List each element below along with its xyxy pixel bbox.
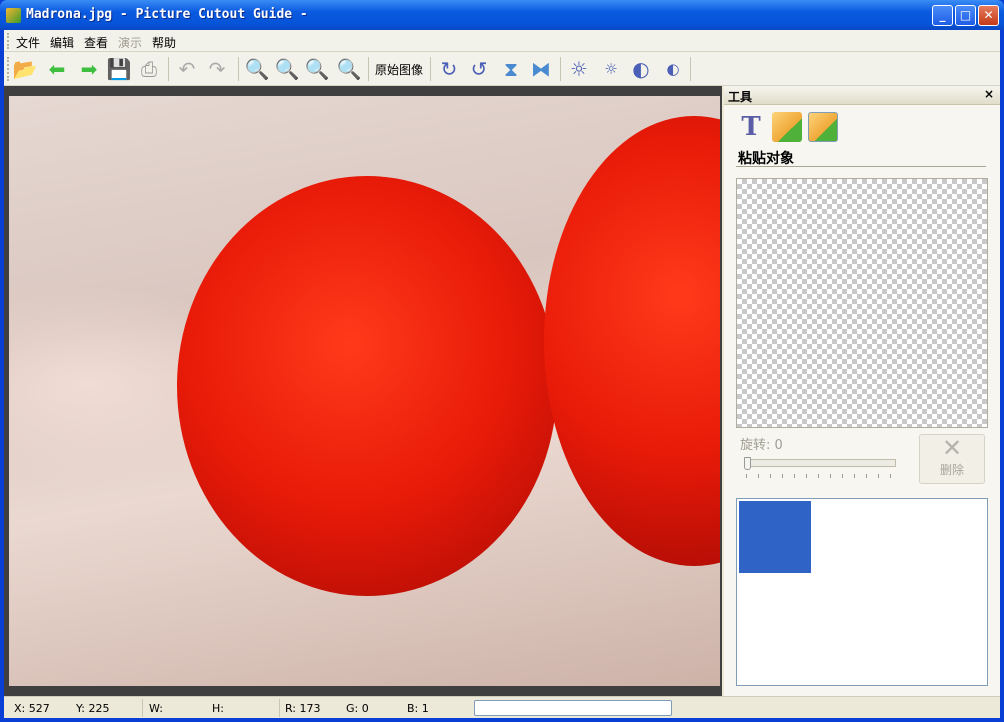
maximize-button[interactable]: □ [955, 5, 976, 26]
flip-horizontal-icon[interactable]: ⧓ [528, 56, 554, 82]
close-button[interactable]: ✕ [978, 5, 999, 26]
menu-bar: 文件 编辑 查看 演示 帮助 [4, 30, 1000, 52]
minimize-button[interactable]: _ [932, 5, 953, 26]
progress-bar [474, 700, 672, 716]
contrast-down-icon[interactable]: ◐ [660, 56, 686, 82]
menu-view[interactable]: 查看 [84, 34, 108, 51]
save-icon[interactable]: 💾 [106, 56, 132, 82]
window-title: Madrona.jpg - Picture Cutout Guide - [26, 7, 308, 22]
image-canvas[interactable] [4, 86, 722, 696]
menu-help[interactable]: 帮助 [152, 34, 176, 51]
delete-button: ✕ 删除 [919, 434, 985, 484]
paste-object-preview[interactable] [736, 178, 988, 428]
toolbar: 📂 ⬅ ➡ 💾 ⎙ ↶ ↷ 🔍 🔍 🔍 🔍 原始图像 ↻ ↺ ⧗ ⧓ ☼ ☼ ◐… [4, 52, 1000, 86]
forward-arrow-icon[interactable]: ➡ [76, 56, 102, 82]
paste-tool-icon[interactable] [772, 112, 802, 142]
menu-demo: 演示 [118, 36, 143, 50]
photo [9, 96, 720, 686]
status-b: B: 1 [407, 702, 429, 715]
contrast-up-icon[interactable]: ◐ [628, 56, 654, 82]
title-bar: Madrona.jpg - Picture Cutout Guide - _ □… [0, 0, 1004, 30]
status-x: X: 527 [14, 702, 50, 715]
zoom-fit-icon[interactable]: 🔍 [336, 56, 362, 82]
menu-edit[interactable]: 编辑 [50, 34, 74, 51]
brightness-up-icon[interactable]: ☼ [566, 56, 592, 82]
zoom-out-icon[interactable]: 🔍 [274, 56, 300, 82]
zoom-in-icon[interactable]: 🔍 [244, 56, 270, 82]
toolbar-grip[interactable] [7, 57, 9, 81]
rotation-slider[interactable] [744, 459, 896, 467]
color-swatch[interactable] [739, 501, 811, 573]
print-icon[interactable]: ⎙ [136, 56, 162, 82]
app-icon [6, 8, 21, 23]
status-h: H: [212, 702, 224, 715]
rotation-slider-thumb[interactable] [744, 457, 751, 470]
panel-title: 工具 [728, 90, 753, 104]
delete-icon: ✕ [941, 434, 963, 462]
panel-header: 工具 × [724, 86, 1000, 105]
undo-icon[interactable]: ↶ [174, 56, 200, 82]
original-image-button[interactable]: 原始图像 [375, 61, 423, 78]
section-title: 粘贴对象 [738, 151, 794, 167]
menu-file[interactable]: 文件 [16, 34, 40, 51]
delete-label: 删除 [939, 463, 964, 477]
berry [544, 116, 720, 566]
zoom-actual-icon[interactable]: 🔍 [304, 56, 330, 82]
berry [177, 176, 557, 596]
status-y: Y: 225 [76, 702, 110, 715]
rotate-ccw-icon[interactable]: ↺ [466, 56, 492, 82]
open-icon[interactable]: 📂 [12, 56, 38, 82]
text-tool-icon[interactable]: T [736, 112, 766, 142]
status-r: R: 173 [285, 702, 321, 715]
menu-grip[interactable] [7, 33, 9, 49]
brightness-down-icon[interactable]: ☼ [598, 56, 624, 82]
redo-icon[interactable]: ↷ [204, 56, 230, 82]
status-g: G: 0 [346, 702, 369, 715]
flip-vertical-icon[interactable]: ⧗ [498, 56, 524, 82]
rotation-label: 旋转: 0 [740, 438, 783, 453]
tools-panel: 工具 × T 粘贴对象 旋转: 0 ✕ 删除 [724, 86, 1000, 696]
status-w: W: [149, 702, 163, 715]
object-list[interactable] [736, 498, 988, 686]
rotate-cw-icon[interactable]: ↻ [436, 56, 462, 82]
paste-object-tool-icon[interactable] [808, 112, 838, 142]
status-bar: X: 527 Y: 225 W: H: R: 173 G: 0 B: 1 [4, 696, 1000, 718]
panel-close-button[interactable]: × [984, 87, 994, 101]
back-arrow-icon[interactable]: ⬅ [44, 56, 70, 82]
